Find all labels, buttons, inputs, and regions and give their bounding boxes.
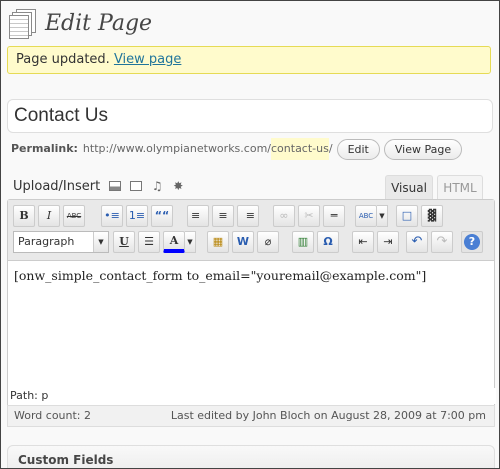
word-count: Word count: 2 [14,409,92,422]
align-left-button[interactable]: ≡ [187,205,209,227]
spellcheck-button[interactable]: ABC [355,205,377,227]
text-color-button[interactable]: A [163,231,185,253]
permalink-trail: / [328,142,333,155]
edit-page-screen: Edit Page Page updated. View page Contac… [0,0,500,469]
italic-button[interactable]: I [38,205,60,227]
indent-button[interactable]: ⇥ [377,231,399,253]
tab-html[interactable]: HTML [437,175,483,200]
editor-path: Path: p [8,388,496,404]
numbered-list-button[interactable]: 1≡ [126,205,148,227]
align-center-button[interactable]: ≡ [212,205,234,227]
view-page-button[interactable]: View Page [383,138,463,160]
paste-from-word-button[interactable]: W [232,231,254,253]
unlink-button[interactable]: ✂ [298,205,320,227]
kitchen-sink-button[interactable]: ▓ [421,205,443,227]
upload-insert-label: Upload/Insert [13,178,101,194]
add-video-icon[interactable] [130,181,143,191]
editor-status-bar: Word count: 2 Last edited by John Bloch … [7,405,495,427]
format-select-value: Paragraph [18,235,75,248]
undo-button[interactable]: ↶ [406,231,428,253]
pages-icon [9,9,36,39]
permalink-slug[interactable]: contact-us [271,138,329,160]
align-right-button[interactable]: ≡ [237,205,259,227]
add-image-icon[interactable] [109,181,122,191]
insert-link-button[interactable]: ∞ [273,205,295,227]
custom-fields-title: Custom Fields [18,453,114,467]
page-title: Edit Page [45,10,153,36]
justify-button[interactable]: ☰ [138,231,160,253]
upload-insert-bar: Upload/Insert ♫ ✸ [13,177,184,195]
edit-permalink-button[interactable]: Edit [336,138,380,160]
blockquote-button[interactable]: ““ [151,205,173,227]
paste-as-text-button[interactable]: ▦ [207,231,229,253]
page-header: Edit Page [9,7,152,39]
permalink-base: http://www.olympianetworks.com/ [82,142,271,155]
insert-media-button[interactable]: ▥ [292,231,314,253]
redo-button[interactable]: ↷ [431,231,453,253]
custom-fields-box[interactable]: Custom Fields [7,445,495,468]
text-color-dropdown[interactable]: ▼ [185,231,196,253]
underline-button[interactable]: U [113,231,135,253]
chevron-down-icon: ▼ [93,232,108,252]
editor-content[interactable]: [onw_simple_contact_form to_email="youre… [14,268,484,283]
outdent-button[interactable]: ⇤ [352,231,374,253]
tab-visual[interactable]: Visual [385,175,433,200]
update-notice: Page updated. View page [7,46,491,74]
bullet-list-button[interactable]: •≡ [101,205,123,227]
insert-more-button[interactable]: ═ [323,205,345,227]
bold-button[interactable]: B [13,205,35,227]
view-page-link[interactable]: View page [114,52,181,67]
help-button[interactable]: ? [461,231,483,253]
notice-message: Page updated. [16,52,110,67]
post-editor: B I ABC •≡ 1≡ ““ ≡ ≡ ≡ ∞ ✂ ═ ABC ▼ □ ▓ P… [7,199,496,423]
editor-toolbar: B I ABC •≡ 1≡ ““ ≡ ≡ ≡ ∞ ✂ ═ ABC ▼ □ ▓ P… [8,200,494,261]
add-media-icon[interactable]: ✸ [172,180,184,192]
permalink-label: Permalink: [11,142,78,155]
format-select[interactable]: Paragraph ▼ [13,231,109,253]
strikethrough-button[interactable]: ABC [63,205,85,227]
permalink-row: Permalink: http://www.olympianetworks.co… [11,138,463,160]
fullscreen-button[interactable]: □ [396,205,418,227]
spellcheck-language-dropdown[interactable]: ▼ [377,205,388,227]
add-audio-icon[interactable]: ♫ [151,180,163,192]
post-title-input[interactable]: Contact Us [7,99,493,133]
last-edited: Last edited by John Bloch on August 28, … [170,409,486,422]
remove-format-button[interactable]: ⌀ [257,231,279,253]
special-character-button[interactable]: Ω [317,231,339,253]
